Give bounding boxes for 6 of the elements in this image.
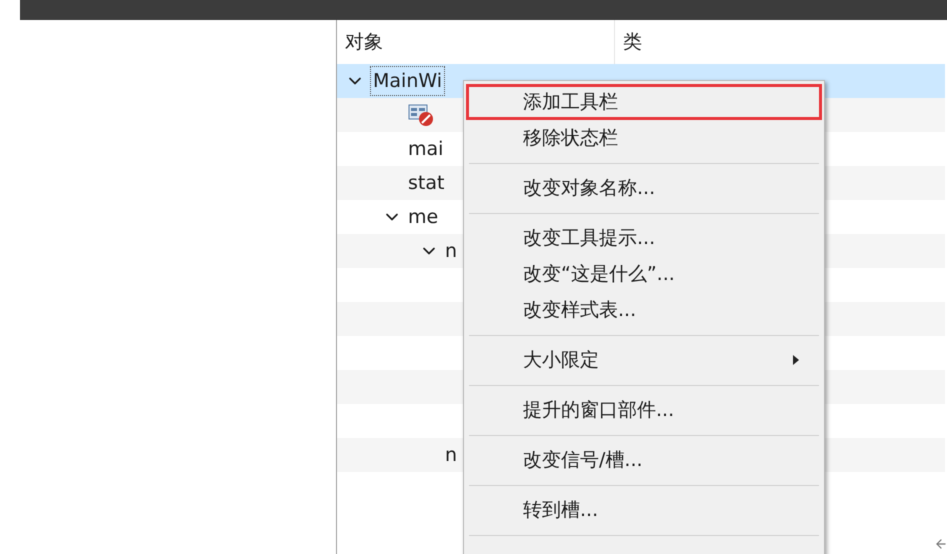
- object-name: MainWi: [371, 66, 444, 96]
- object-name: me: [408, 204, 438, 230]
- object-name: stat: [408, 170, 444, 196]
- object-name: n: [445, 442, 458, 468]
- object-name: n: [445, 238, 458, 264]
- object-name: mai: [408, 136, 444, 162]
